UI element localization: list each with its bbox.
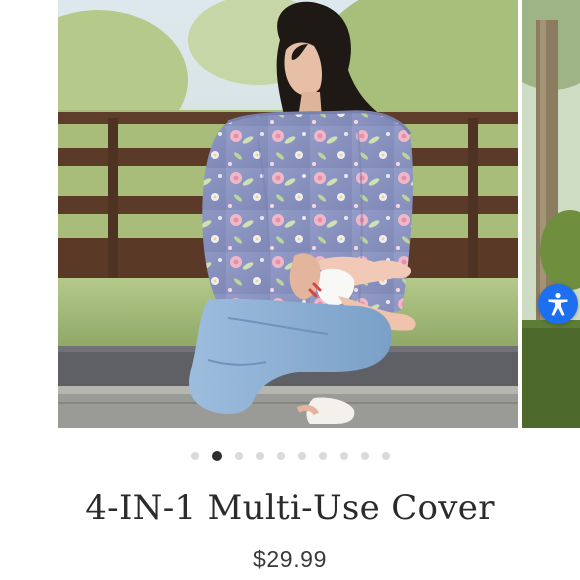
carousel-dot[interactable] <box>297 452 306 460</box>
carousel-pagination <box>0 450 580 462</box>
carousel-dot[interactable] <box>234 452 243 460</box>
product-price: $29.99 <box>253 546 327 572</box>
product-page: 4-IN-1 Multi-Use Cover $29.99 <box>0 0 580 580</box>
carousel-dot[interactable] <box>190 452 199 460</box>
carousel-dot[interactable] <box>381 452 390 460</box>
next-slide-peek[interactable] <box>522 0 580 428</box>
carousel-dot[interactable] <box>360 452 369 460</box>
accessibility-icon <box>545 291 571 317</box>
carousel-dot[interactable] <box>339 452 348 460</box>
accessibility-button[interactable] <box>538 284 578 324</box>
carousel-dot[interactable] <box>276 452 285 460</box>
product-photo-main[interactable] <box>58 0 518 428</box>
carousel-dot[interactable] <box>318 452 327 460</box>
image-carousel[interactable] <box>0 0 580 428</box>
carousel-dot[interactable] <box>255 452 264 460</box>
previous-slide-peek <box>0 0 58 428</box>
product-title: 4-IN-1 Multi-Use Cover <box>85 488 495 528</box>
carousel-dot-active[interactable] <box>211 451 222 461</box>
